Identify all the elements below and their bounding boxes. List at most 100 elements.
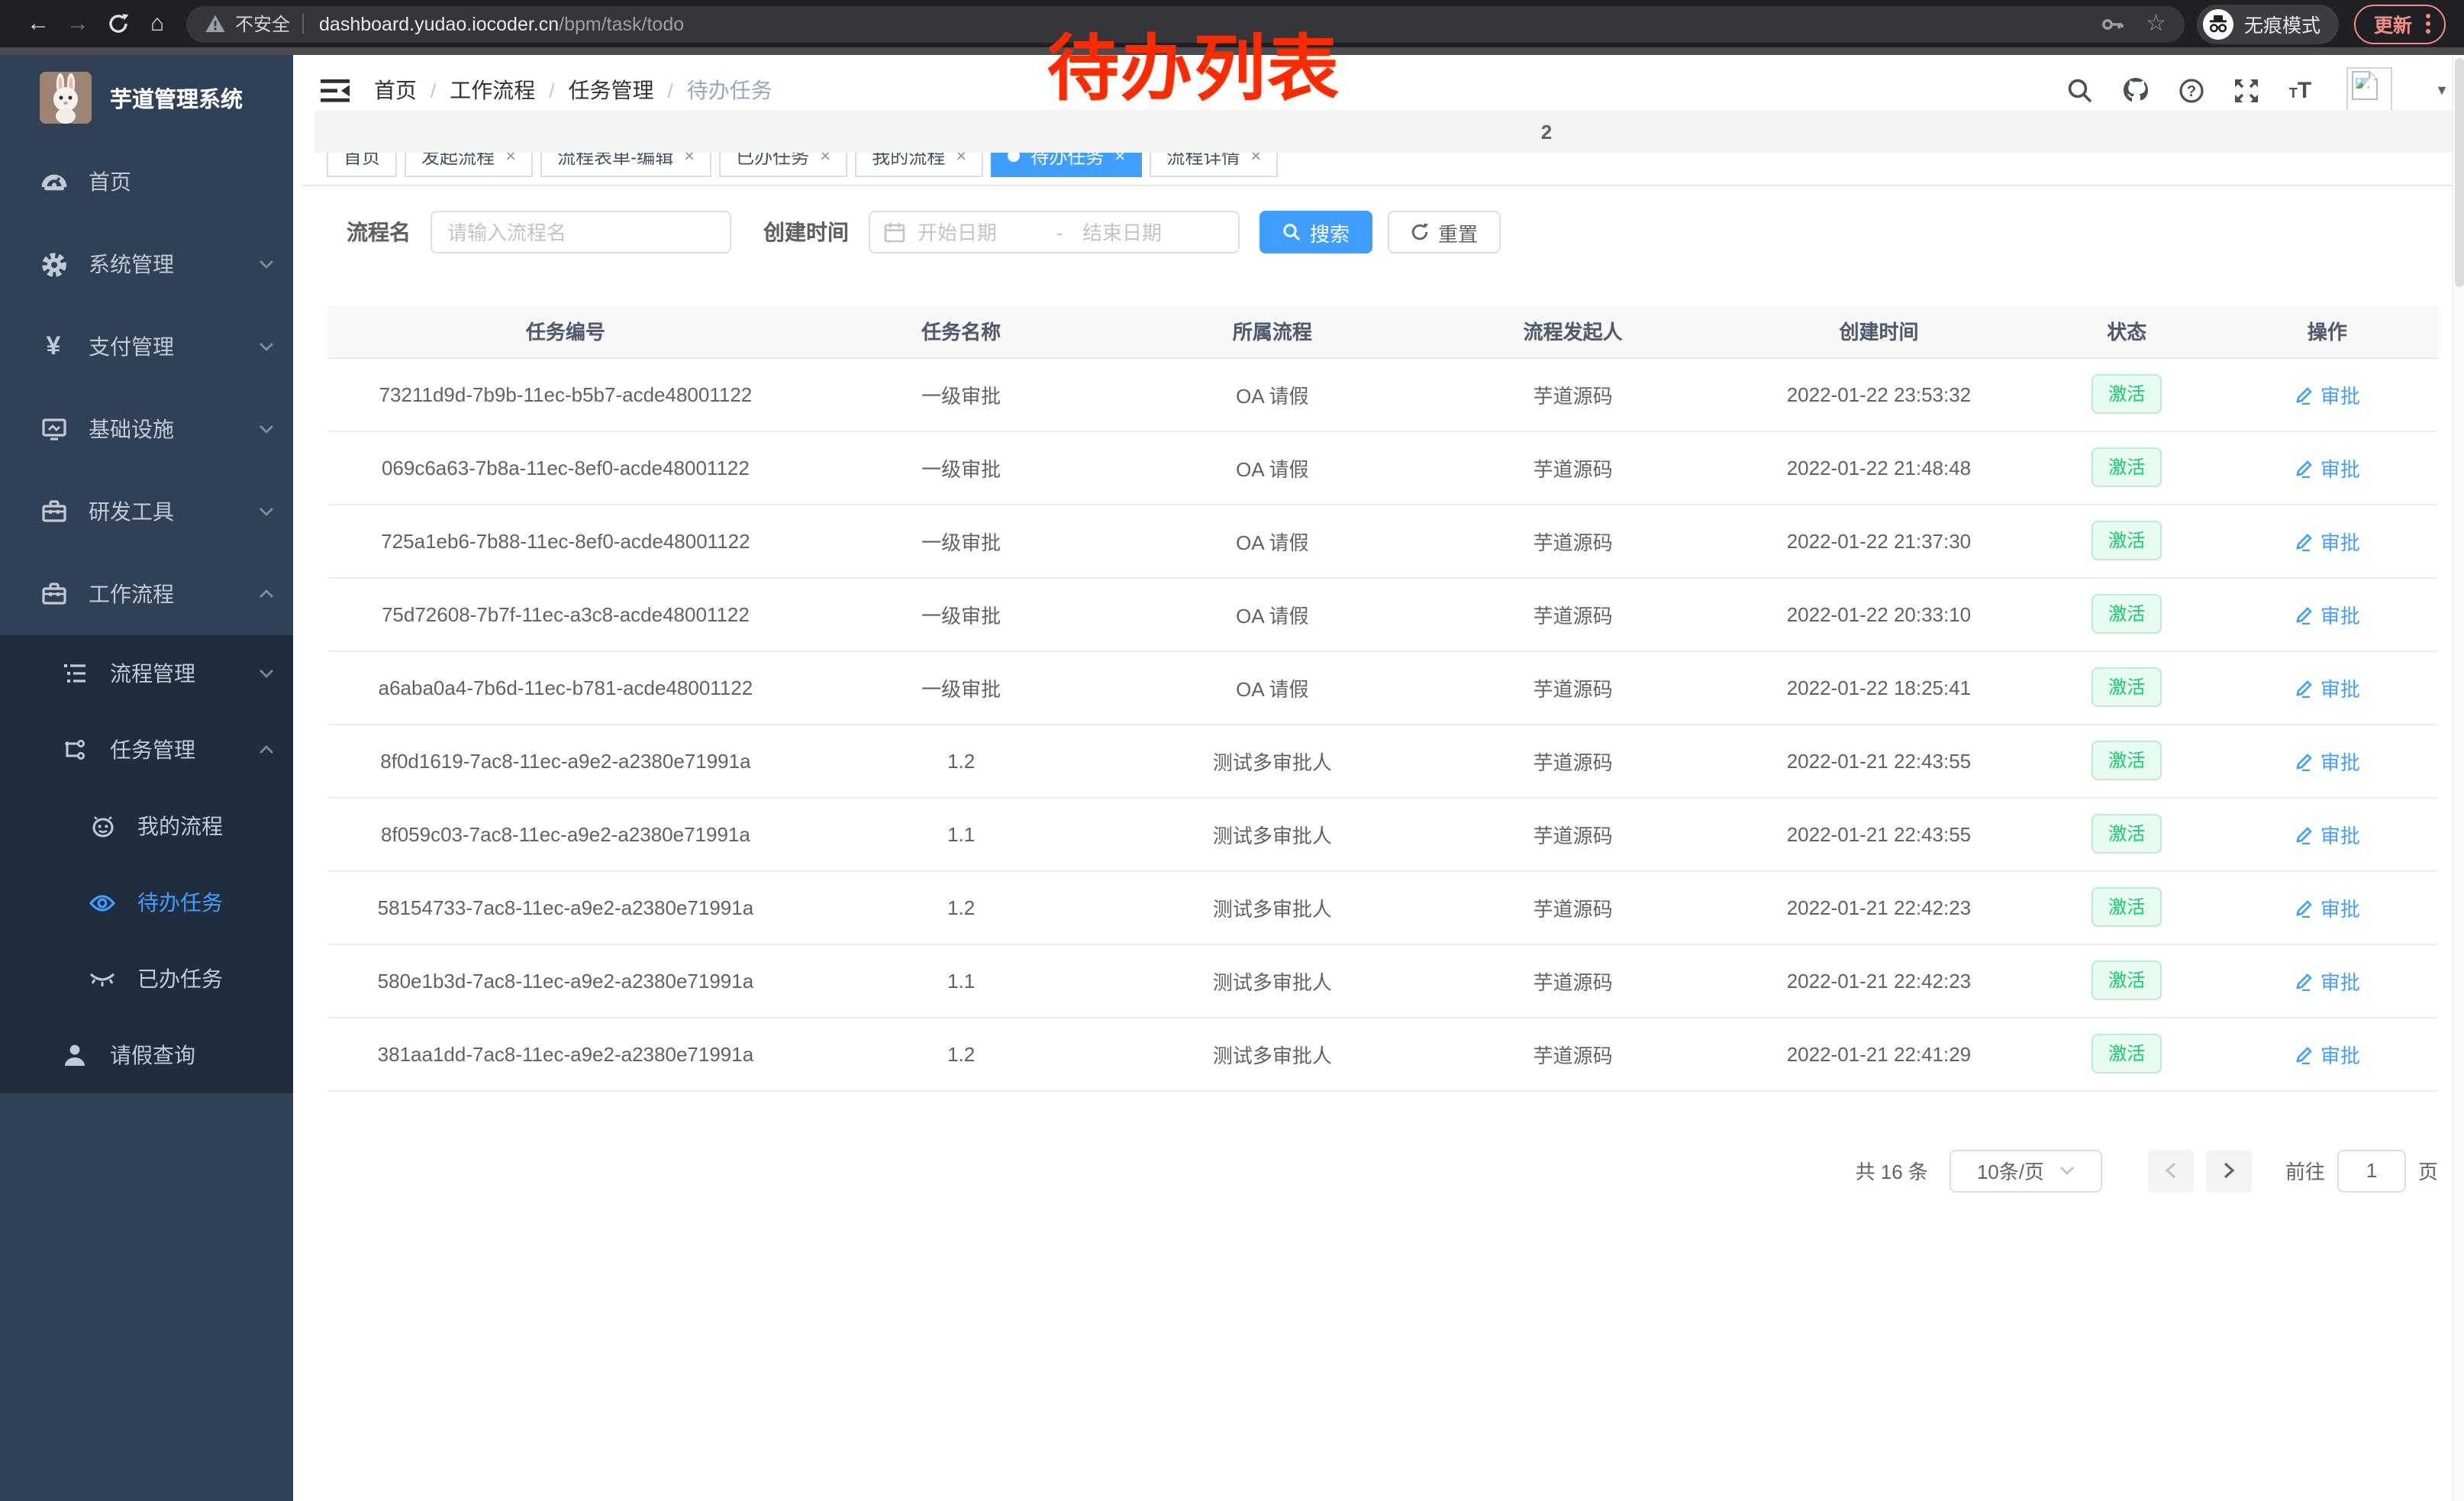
sidebar-item-leave-query[interactable]: 请假查询 [0,1017,302,1093]
page-size-select[interactable]: 10条/页 [1950,1149,2102,1192]
task-table: 任务编号 任务名称 所属流程 流程发起人 创建时间 状态 操作 [328,305,2438,1091]
search-icon[interactable] [2068,77,2094,103]
approve-button[interactable]: 审批 [2295,453,2360,482]
table-row: 069c6a63-7b8a-11ec-8ef0-acde48001122 一级审… [328,431,2438,504]
security-label: 不安全 [235,11,290,37]
process-name-input[interactable] [431,211,731,253]
cell-task-name: 1.1 [803,944,1120,1017]
sidebar-item-devtools[interactable]: 研发工具 [0,470,302,553]
sidebar-fold-icon[interactable] [321,79,350,102]
approve-button[interactable]: 审批 [2295,526,2360,555]
approve-button[interactable]: 审批 [2295,599,2360,628]
cell-created: 2022-01-22 21:48:48 [1721,431,2037,504]
incognito-badge: 无痕模式 [2197,4,2339,44]
help-icon[interactable]: ? [2179,77,2205,103]
cell-process: OA 请假 [1119,504,1425,577]
page-button-2[interactable]: 2 [314,110,2464,153]
status-badge: 激活 [2091,521,2162,560]
table-row: 58154733-7ac8-11ec-a9e2-a2380e71991a 1.2… [328,870,2438,944]
chevron-down-icon [2059,1165,2075,1176]
cell-task-name: 一级审批 [803,504,1120,577]
sidebar-item-label: 待办任务 [137,887,223,918]
browser-reload-icon[interactable] [98,12,137,35]
table-row: 8f059c03-7ac8-11ec-a9e2-a2380e71991a 1.1… [328,797,2438,870]
sidebar-item-label: 基础设施 [89,414,174,444]
chevron-down-icon [258,423,275,435]
approve-button[interactable]: 审批 [2295,966,2360,995]
sidebar-item-task-mgmt[interactable]: 任务管理 [0,712,302,788]
approve-label: 审批 [2320,746,2360,775]
status-badge: 激活 [2091,667,2162,707]
github-icon[interactable] [2123,76,2150,104]
breadcrumb-home[interactable]: 首页 [374,75,417,105]
cell-task-name: 一级审批 [803,650,1120,724]
pagination-total: 共 16 条 [1856,1156,1928,1185]
app-logo-row[interactable]: 芋道管理系统 [0,55,302,140]
sidebar-item-home[interactable]: 首页 [0,140,302,223]
scrollbar-thumb[interactable] [2455,58,2464,287]
prev-page-button[interactable] [2148,1149,2194,1192]
bookmark-star-icon[interactable]: ☆ [2146,12,2166,35]
approve-button[interactable]: 审批 [2295,673,2360,702]
browser-menu-icon[interactable] [2426,14,2430,34]
toolbox-icon [40,498,67,525]
browser-home-icon[interactable]: ⌂ [137,11,177,37]
cell-starter: 芋道源码 [1425,431,1721,504]
approve-button[interactable]: 审批 [2295,746,2360,775]
chevron-down-icon [258,667,275,679]
cell-process: OA 请假 [1119,650,1425,724]
sidebar-item-process-mgmt[interactable]: 流程管理 [0,635,302,712]
table-header-row: 任务编号 任务名称 所属流程 流程发起人 创建时间 状态 操作 [328,305,2438,357]
workflow-toolbox-icon [40,580,67,608]
table-row: a6aba0a4-7b6d-11ec-b781-acde48001122 一级审… [328,650,2438,724]
goto-page-input[interactable] [2337,1149,2406,1192]
edit-pencil-icon [2295,897,2314,917]
not-secure-warning-icon [205,14,226,34]
user-icon [61,1041,89,1069]
col-actions: 操作 [2217,305,2438,357]
cell-task-id: 75d72608-7b7f-11ec-a3c8-acde48001122 [328,577,803,650]
password-key-icon[interactable] [2100,11,2124,36]
cell-created: 2022-01-21 22:43:55 [1721,724,2037,797]
avatar-dropdown-caret-icon[interactable]: ▼ [2435,82,2449,98]
approve-button[interactable]: 审批 [2295,379,2360,408]
sidebar-item-infrastructure[interactable]: 基础设施 [0,388,302,470]
cell-process: OA 请假 [1119,431,1425,504]
approve-button[interactable]: 审批 [2295,1039,2360,1068]
browser-forward-icon[interactable]: → [58,11,98,37]
browser-back-icon[interactable]: ← [18,11,58,37]
cell-task-id: 8f059c03-7ac8-11ec-a9e2-a2380e71991a [328,797,803,870]
search-button[interactable]: 搜索 [1259,211,1372,253]
reset-button[interactable]: 重置 [1388,211,1501,253]
topbar-tools: ? TT [2068,67,2449,113]
font-size-icon[interactable]: TT [2289,77,2311,103]
sidebar: 芋道管理系统 首页 [0,55,302,1501]
page-size-value: 10条/页 [1977,1156,2044,1185]
breadcrumb-workflow[interactable]: 工作流程 [450,75,535,105]
fullscreen-icon[interactable] [2234,77,2260,103]
start-date-input[interactable] [918,221,1049,244]
sidebar-item-workflow[interactable]: 工作流程 [0,553,302,635]
breadcrumb-task-mgmt[interactable]: 任务管理 [569,75,654,105]
end-date-input[interactable] [1082,221,1214,244]
gear-icon [40,250,67,278]
browser-update-button[interactable]: 更新 [2354,4,2446,44]
sidebar-item-system[interactable]: 系统管理 [0,223,302,305]
sidebar-item-payment[interactable]: ¥ 支付管理 [0,305,302,388]
approve-button[interactable]: 审批 [2295,893,2360,922]
content: 流程名 创建时间 - [302,211,2464,1192]
dashboard-icon [40,168,67,195]
approve-button[interactable]: 审批 [2295,819,2360,848]
date-range-picker[interactable]: - [869,211,1240,253]
avatar[interactable] [2346,67,2392,113]
col-starter: 流程发起人 [1425,305,1721,357]
next-page-button[interactable] [2206,1149,2252,1192]
sidebar-item-done-tasks[interactable]: 已办任务 [0,941,302,1017]
sidebar-item-todo-tasks[interactable]: 待办任务 [0,864,302,941]
cell-starter: 芋道源码 [1425,650,1721,724]
page-scrollbar[interactable] [2452,55,2464,1501]
sidebar-item-label: 首页 [89,166,131,197]
chevron-right-icon [2223,1162,2235,1179]
sidebar-item-label: 工作流程 [89,579,174,609]
sidebar-item-my-process[interactable]: 我的流程 [0,788,302,864]
